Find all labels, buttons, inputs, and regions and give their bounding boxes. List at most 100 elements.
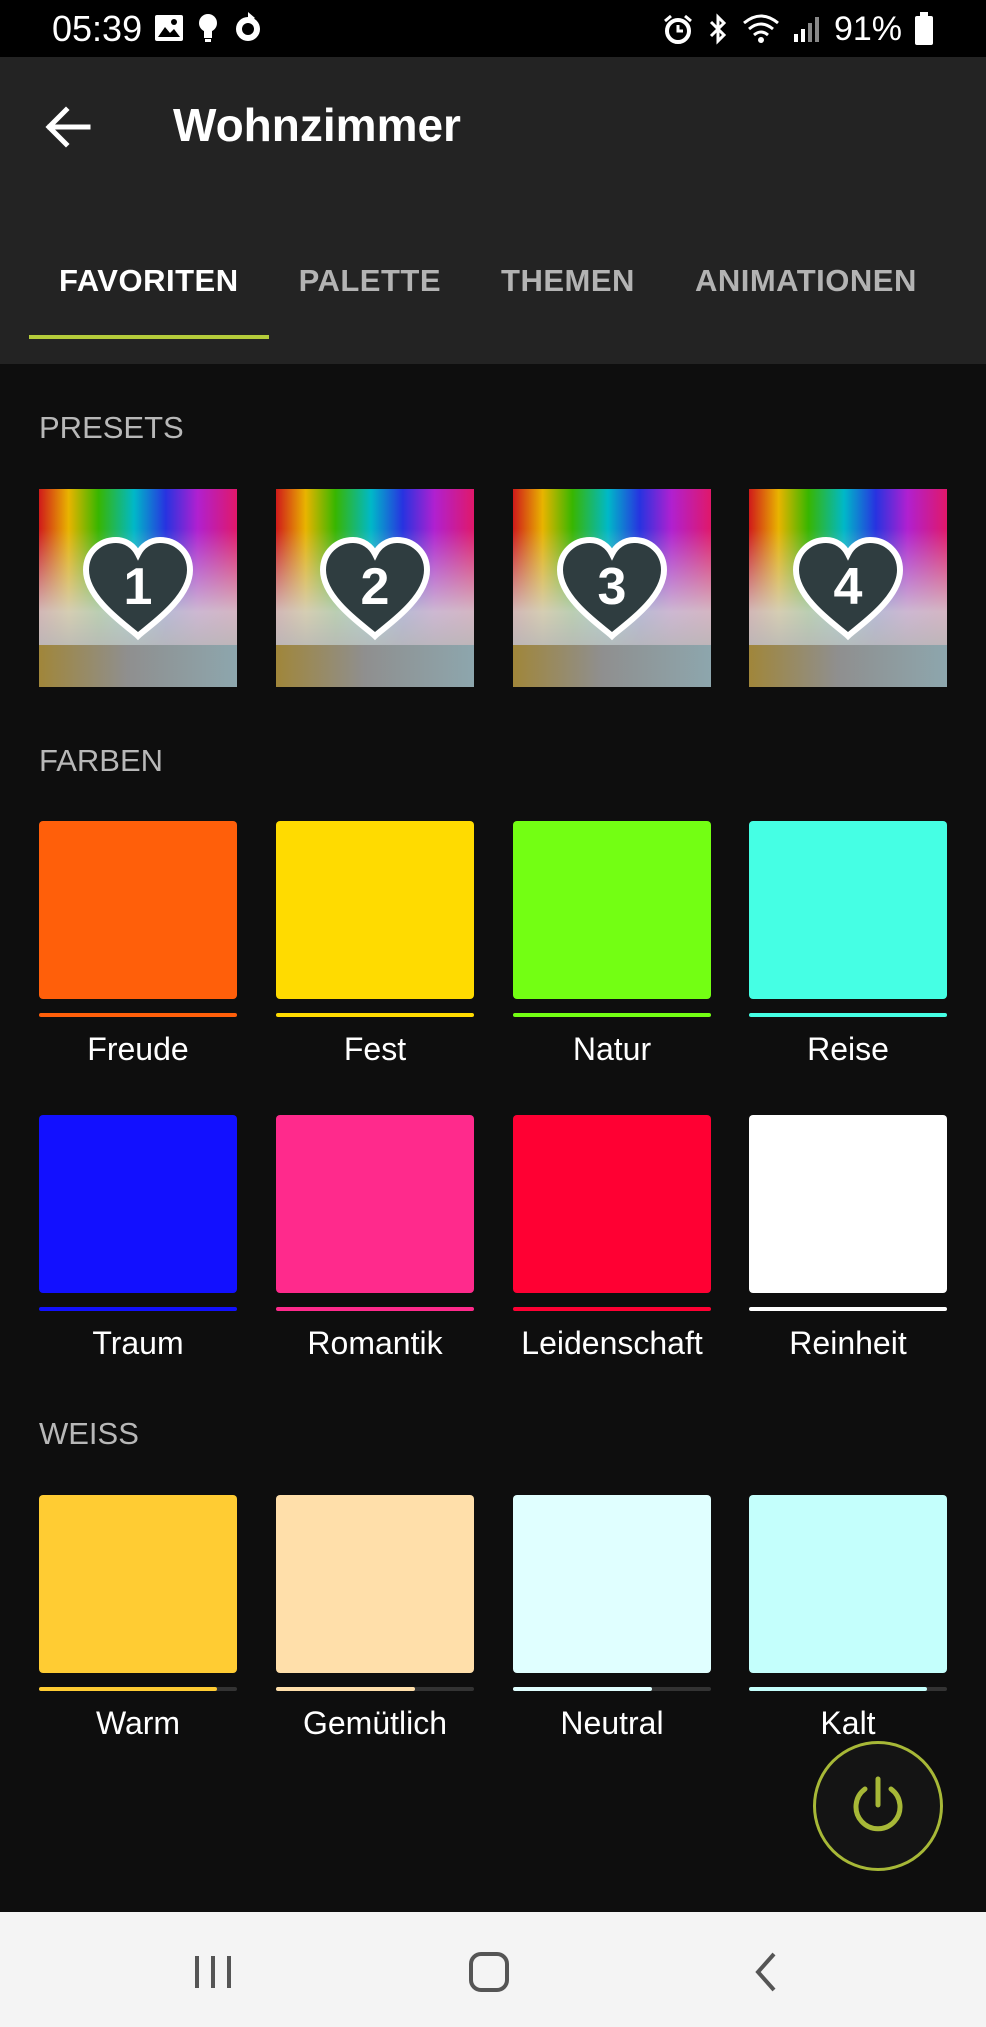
preset-number: 2	[361, 558, 390, 616]
color-swatch	[749, 1115, 947, 1293]
status-time: 05:39	[52, 8, 143, 49]
heart-icon: 1	[82, 536, 194, 641]
color-swatch	[276, 1495, 474, 1673]
color-label: Fest	[343, 1031, 407, 1067]
home-icon	[469, 1952, 509, 1992]
preset-tile-3[interactable]: 3	[513, 489, 711, 687]
sync-icon	[232, 12, 264, 44]
color-underline	[513, 1013, 711, 1017]
preset-tile-2[interactable]: 2	[276, 489, 474, 687]
color-tile-natur[interactable]: Natur	[513, 821, 711, 1068]
image-icon	[154, 14, 184, 42]
alarm-icon	[662, 13, 694, 45]
heart-icon: 2	[319, 536, 431, 641]
color-underline	[749, 1013, 947, 1017]
white-tile-gemuetlich[interactable]: Gemütlich	[276, 1495, 474, 1742]
color-tile-romantik[interactable]: Romantik	[276, 1115, 474, 1362]
color-swatch	[513, 1115, 711, 1293]
color-swatch	[276, 821, 474, 999]
section-label-presets: PRESETS	[39, 410, 184, 445]
color-underline	[513, 1307, 711, 1311]
color-swatch	[513, 1495, 711, 1673]
tab-bar: FAVORITEN PALETTE THEMEN ANIMATIONEN	[29, 247, 947, 364]
preset-tile-1[interactable]: 1	[39, 489, 237, 687]
tab-themen[interactable]: THEMEN	[471, 247, 665, 337]
color-tile-traum[interactable]: Traum	[39, 1115, 237, 1362]
level-track	[749, 1687, 947, 1691]
color-label: Freude	[87, 1031, 189, 1067]
battery-percent: 91%	[833, 10, 902, 48]
status-bar: 05:39 91%	[0, 0, 986, 57]
heart-icon: 3	[556, 536, 668, 641]
color-underline	[39, 1013, 237, 1017]
back-icon	[755, 1952, 776, 1992]
section-label-weiss: WEISS	[39, 1416, 139, 1451]
color-label: Reinheit	[789, 1325, 907, 1361]
preset-thumbnail: 1	[39, 489, 237, 687]
level-fill	[276, 1687, 415, 1691]
system-nav-bar	[0, 1912, 986, 2027]
white-label: Kalt	[820, 1705, 876, 1741]
section-label-farben: FARBEN	[39, 743, 164, 778]
battery-icon	[914, 12, 934, 46]
preset-number: 3	[598, 558, 627, 616]
color-label: Leidenschaft	[521, 1325, 703, 1361]
signal-icon	[792, 14, 822, 44]
color-swatch	[749, 1495, 947, 1673]
heart-icon: 4	[792, 536, 904, 641]
app-bar: Wohnzimmer FAVORITEN PALETTE THEMEN ANIM…	[0, 57, 986, 364]
color-underline	[39, 1307, 237, 1311]
nav-back-button[interactable]	[735, 1942, 795, 2002]
back-button[interactable]	[38, 97, 98, 157]
tab-palette[interactable]: PALETTE	[269, 247, 471, 337]
preset-thumbnail: 4	[749, 489, 947, 687]
color-swatch	[749, 821, 947, 999]
home-button[interactable]	[459, 1942, 519, 2002]
power-icon	[853, 1776, 903, 1832]
preset-thumbnail: 3	[513, 489, 711, 687]
level-fill	[749, 1687, 928, 1691]
color-swatch	[276, 1115, 474, 1293]
power-button[interactable]	[813, 1741, 943, 1871]
color-tile-fest[interactable]: Fest	[276, 821, 474, 1068]
preset-number: 4	[834, 558, 863, 616]
color-swatch	[39, 821, 237, 999]
color-label: Traum	[92, 1325, 184, 1361]
color-tile-leidenschaft[interactable]: Leidenschaft	[513, 1115, 711, 1362]
recent-apps-button[interactable]	[183, 1942, 243, 2002]
white-label: Warm	[95, 1705, 181, 1741]
level-fill	[513, 1687, 652, 1691]
arrow-left-icon	[45, 106, 91, 148]
color-tile-reise[interactable]: Reise	[749, 821, 947, 1068]
recent-apps-icon	[195, 1956, 231, 1988]
level-track	[276, 1687, 474, 1691]
level-fill	[39, 1687, 218, 1691]
white-tile-kalt[interactable]: Kalt	[749, 1495, 947, 1742]
wifi-icon	[742, 13, 780, 45]
white-tile-warm[interactable]: Warm	[39, 1495, 237, 1742]
white-label: Gemütlich	[302, 1705, 448, 1741]
color-underline	[749, 1307, 947, 1311]
white-tile-neutral[interactable]: Neutral	[513, 1495, 711, 1742]
page-title: Wohnzimmer	[173, 99, 461, 151]
color-tile-reinheit[interactable]: Reinheit	[749, 1115, 947, 1362]
color-label: Natur	[572, 1031, 652, 1067]
color-underline	[276, 1307, 474, 1311]
white-label: Neutral	[560, 1705, 664, 1741]
color-underline	[276, 1013, 474, 1017]
color-tile-freude[interactable]: Freude	[39, 821, 237, 1068]
color-swatch	[39, 1115, 237, 1293]
tab-animationen[interactable]: ANIMATIONEN	[665, 247, 947, 337]
bulb-icon	[196, 12, 220, 44]
preset-number: 1	[124, 558, 153, 616]
preset-tile-4[interactable]: 4	[749, 489, 947, 687]
color-label: Reise	[807, 1031, 889, 1067]
tab-favoriten[interactable]: FAVORITEN	[29, 247, 269, 339]
color-label: Romantik	[307, 1325, 443, 1361]
bluetooth-icon	[706, 13, 730, 45]
preset-thumbnail: 2	[276, 489, 474, 687]
level-track	[513, 1687, 711, 1691]
color-swatch	[39, 1495, 237, 1673]
level-track	[39, 1687, 237, 1691]
color-swatch	[513, 821, 711, 999]
